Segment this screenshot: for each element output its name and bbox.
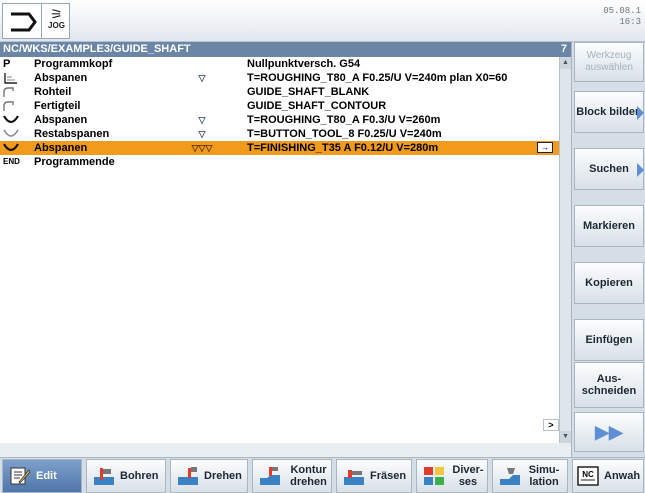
program-block-row[interactable]: Restabspanen ▽ T=BUTTON_TOOL_8 F0.25/U V=2… <box>0 127 559 141</box>
block-bilden-label: Block bilden <box>576 106 642 118</box>
roughing-icon <box>3 113 23 127</box>
block-name: Rohteil <box>34 86 72 98</box>
machining-mode-marks: ▽ <box>198 73 206 83</box>
simulation-label: Simu- lation <box>528 464 560 488</box>
program-path: NC/WKS/EXAMPLE3/GUIDE_SHAFT <box>3 43 191 55</box>
block-name: Abspanen <box>34 114 88 126</box>
block-parameters: T=ROUGHING_T80_A F0.25/U V=240m plan X0=… <box>247 72 508 84</box>
block-parameters: T=ROUGHING_T80_A F0.3/U V=260m <box>247 114 441 126</box>
clock-time: 16:3 <box>619 17 641 27</box>
chevron-right-icon <box>637 163 644 177</box>
program-block-row[interactable]: P Programmkopf Nullpunktversch. G54 <box>0 57 559 71</box>
anwahl-label: Anwah <box>604 470 641 482</box>
block-name: Restabspanen <box>34 128 110 140</box>
simulation-button[interactable]: Simu- lation <box>492 459 568 493</box>
milling-icon <box>344 470 364 485</box>
bohren-label: Bohren <box>120 470 159 482</box>
scroll-right-icon[interactable]: > <box>543 419 559 431</box>
vertical-softkey-bar: Werkzeug auswählen Block bilden Suchen M… <box>571 42 645 457</box>
scroll-down-icon[interactable]: ▼ <box>560 431 571 443</box>
block-name: Fertigteil <box>34 100 81 112</box>
turning-icon <box>178 467 198 485</box>
einfuegen-button[interactable]: Einfügen <box>574 319 644 361</box>
scroll-up-icon[interactable]: ▲ <box>560 57 571 69</box>
more-softkeys-button[interactable]: ▶▶ <box>574 412 644 452</box>
anwahl-button[interactable]: NC Anwah <box>572 459 644 493</box>
einfuegen-label: Einfügen <box>585 334 633 346</box>
suchen-button[interactable]: Suchen <box>574 148 644 190</box>
program-number: 7 <box>560 43 567 55</box>
contour-blank-icon <box>3 85 23 99</box>
kopieren-label: Kopieren <box>585 277 633 289</box>
jog-icon: ⚞ <box>50 6 63 22</box>
block-name: Programmende <box>34 156 115 168</box>
double-chevron-right-icon: ▶▶ <box>595 422 623 442</box>
fraesen-label: Fräsen <box>370 470 407 482</box>
machining-mode-marks: ▽ <box>198 115 206 125</box>
edit-block-icon[interactable]: → <box>537 142 553 153</box>
stock-removal-icon <box>3 71 23 85</box>
jog-label: JOG <box>48 21 65 30</box>
program-path-bar: NC/WKS/EXAMPLE3/GUIDE_SHAFT 7 <box>0 42 571 57</box>
kopieren-button[interactable]: Kopieren <box>574 262 644 304</box>
bohren-button[interactable]: Bohren <box>86 459 166 493</box>
p-icon: P <box>3 58 11 70</box>
program-block-row[interactable]: Abspanen ▽ T=ROUGHING_T80_A F0.3/U V=260m <box>0 113 559 127</box>
kontur-drehen-button[interactable]: Kontur drehen <box>252 459 332 493</box>
contour-finished-icon <box>3 99 23 113</box>
fraesen-button[interactable]: Fräsen <box>336 459 412 493</box>
channel-arrow-icon <box>11 12 37 32</box>
block-name: Abspanen <box>34 72 88 84</box>
residual-icon <box>3 127 23 141</box>
werkzeug-auswaehlen-label: Werkzeug auswählen <box>585 50 633 73</box>
diverses-button[interactable]: Diver- ses <box>416 459 488 493</box>
machining-mode-marks: ▽ <box>198 129 206 139</box>
block-parameters: GUIDE_SHAFT_BLANK <box>247 86 370 98</box>
mode-indicator: ⚞ JOG <box>2 3 70 39</box>
clock: 05.08.1 16:3 <box>603 6 641 28</box>
edit-pencil-icon <box>10 467 31 485</box>
drill-icon <box>94 468 114 485</box>
program-block-row[interactable]: Rohteil GUIDE_SHAFT_BLANK <box>0 85 559 99</box>
contour-turning-icon <box>260 467 280 485</box>
block-name: Abspanen <box>34 142 88 154</box>
ausschneiden-button[interactable]: Aus- schneiden <box>574 362 644 408</box>
clock-date: 05.08.1 <box>603 6 641 16</box>
finishing-icon <box>3 141 23 155</box>
svg-text:NC: NC <box>582 470 594 479</box>
end-icon: END <box>3 157 20 166</box>
werkzeug-auswaehlen-button[interactable]: Werkzeug auswählen <box>574 42 644 82</box>
block-parameters: T=FINISHING_T35 A F0.12/U V=280m <box>247 142 439 154</box>
misc-cycles-icon <box>424 467 444 485</box>
block-name: Programmkopf <box>34 58 113 70</box>
program-editor[interactable]: P Programmkopf Nullpunktversch. G54 Abspane… <box>0 57 571 443</box>
kontur-drehen-label: Kontur drehen <box>290 464 327 488</box>
edit-label: Edit <box>36 470 57 482</box>
jog-mode: ⚞ JOG <box>41 4 71 38</box>
nc-select-icon: NC <box>577 466 599 486</box>
program-block-row[interactable]: Abspanen ▽ T=ROUGHING_T80_A F0.25/U V=240m… <box>0 71 559 85</box>
program-block-row[interactable]: END Programmende <box>0 155 559 169</box>
program-block-list: P Programmkopf Nullpunktversch. G54 Abspane… <box>0 57 559 169</box>
drehen-label: Drehen <box>204 470 242 482</box>
block-bilden-button[interactable]: Block bilden <box>574 91 644 133</box>
block-parameters: Nullpunktversch. G54 <box>247 58 361 70</box>
vertical-scrollbar[interactable]: ▲ ▼ <box>559 57 571 443</box>
program-block-row[interactable]: Abspanen ▽▽▽ T=FINISHING_T35 A F0.12/U V=2… <box>0 141 559 155</box>
markieren-button[interactable]: Markieren <box>574 205 644 247</box>
suchen-label: Suchen <box>589 163 629 175</box>
ausschneiden-label: Aus- schneiden <box>581 373 637 397</box>
program-block-row[interactable]: Fertigteil GUIDE_SHAFT_CONTOUR <box>0 99 559 113</box>
chevron-right-icon <box>637 106 644 120</box>
edit-button[interactable]: Edit <box>2 459 82 493</box>
markieren-label: Markieren <box>583 220 635 232</box>
block-parameters: GUIDE_SHAFT_CONTOUR <box>247 100 387 112</box>
drehen-button[interactable]: Drehen <box>170 459 248 493</box>
block-parameters: T=BUTTON_TOOL_8 F0.25/U V=240m <box>247 128 442 140</box>
status-bar: ⚞ JOG 05.08.1 16:3 <box>0 0 645 42</box>
simulation-icon <box>500 468 520 485</box>
diverses-label: Diver- ses <box>452 464 484 488</box>
machining-mode-marks: ▽▽▽ <box>191 143 213 153</box>
horizontal-softkey-bar: Edit Bohren Drehen Kontur drehen Fräsen … <box>0 457 645 493</box>
